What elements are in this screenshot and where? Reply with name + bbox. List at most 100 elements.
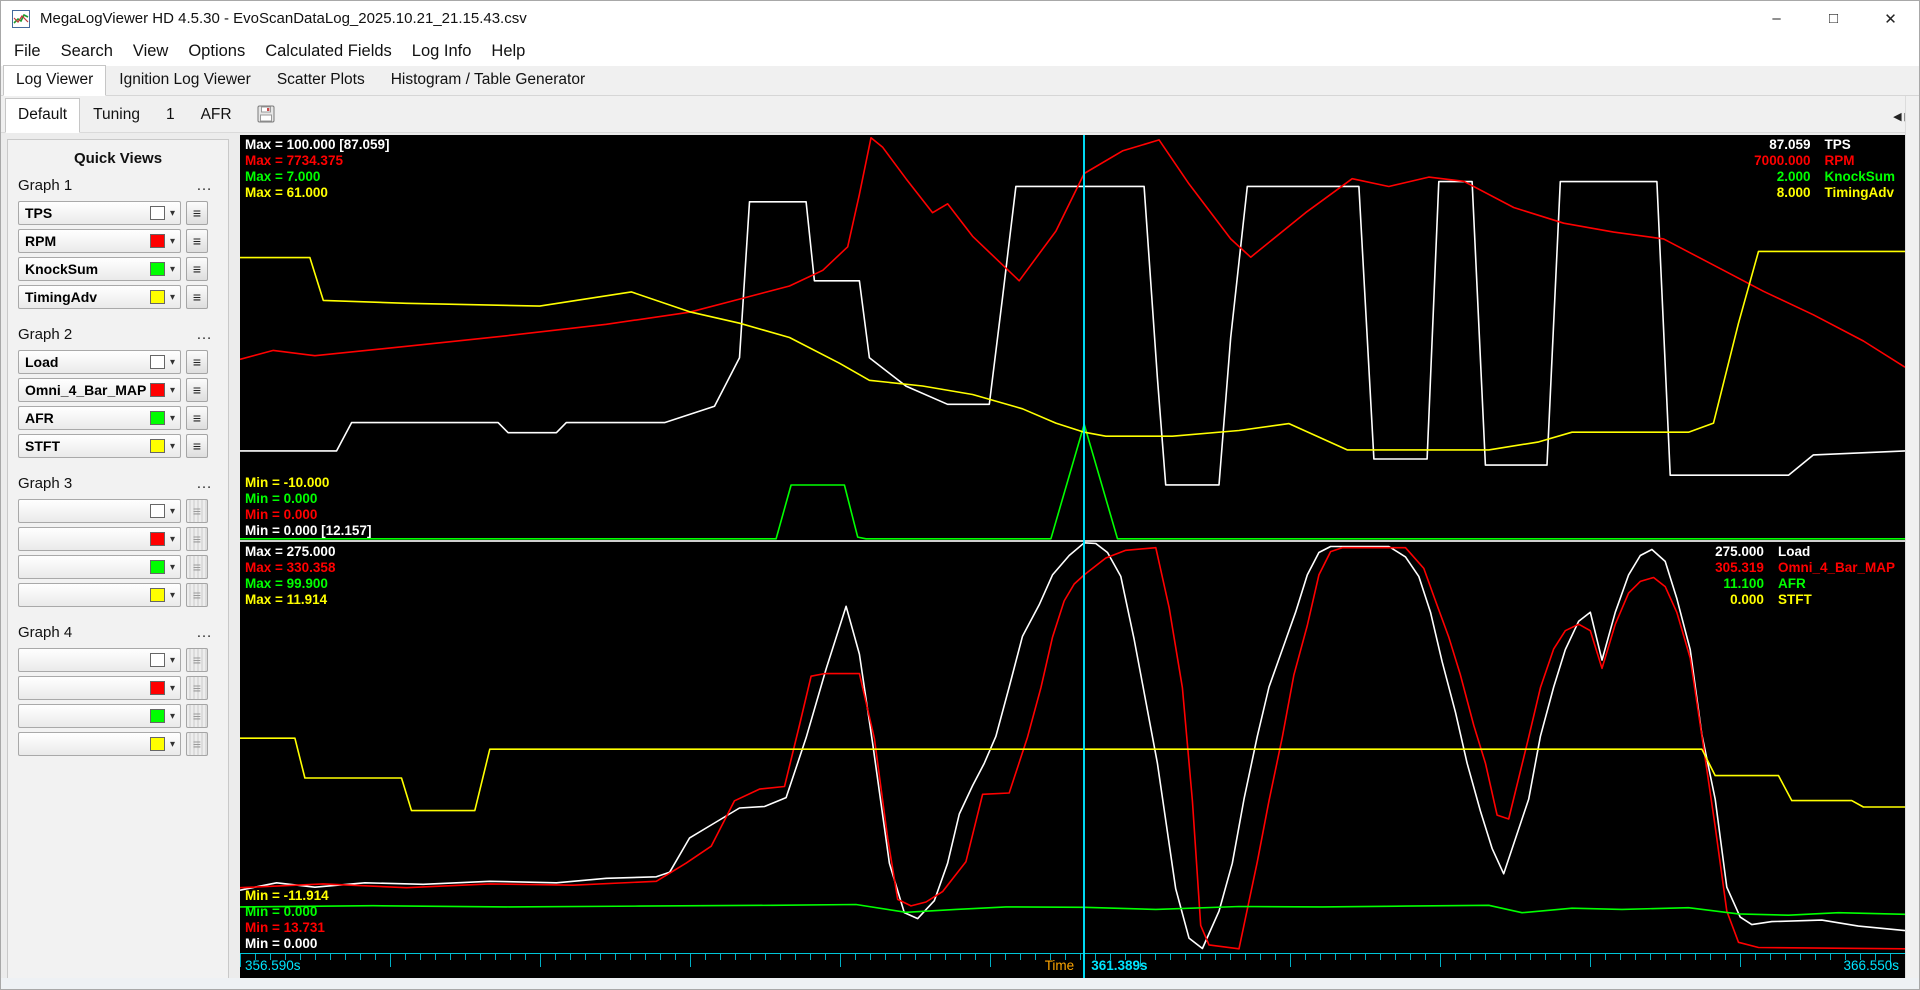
channel-color-swatch bbox=[149, 653, 165, 667]
timeline-tick bbox=[1515, 954, 1516, 960]
channel-select[interactable]: ▾ bbox=[18, 583, 181, 607]
timeline-tick bbox=[1185, 954, 1186, 960]
view-tab-afr[interactable]: AFR bbox=[188, 98, 245, 133]
graph2-pane[interactable]: Max = 275.000 Max = 330.358 Max = 99.900 Ma… bbox=[240, 542, 1905, 953]
group-label: Graph 3 bbox=[18, 475, 73, 492]
tab-histogram-table-generator[interactable]: Histogram / Table Generator bbox=[378, 65, 598, 96]
group-menu-button[interactable]: … bbox=[196, 475, 216, 491]
channel-select[interactable]: ▾ bbox=[18, 499, 181, 523]
timeline[interactable]: 356.590s Time 361.389s 366.550s bbox=[240, 953, 1905, 978]
vertical-scrollbar[interactable] bbox=[1905, 96, 1920, 978]
legend-name: Load bbox=[1777, 544, 1811, 559]
channel-menu-button[interactable]: ≡ bbox=[186, 229, 208, 253]
channel-menu-button[interactable]: ≡ bbox=[186, 201, 208, 225]
timeline-tick bbox=[1575, 954, 1576, 960]
channel-select[interactable]: ▾ bbox=[18, 555, 181, 579]
timeline-tick bbox=[1755, 954, 1756, 960]
menu-item-log-info[interactable]: Log Info bbox=[402, 42, 482, 61]
view-tab-1[interactable]: 1 bbox=[153, 98, 188, 133]
minimize-button[interactable]: – bbox=[1748, 0, 1805, 37]
menu-item-options[interactable]: Options bbox=[178, 42, 255, 61]
channel-menu-button[interactable]: ≡ bbox=[186, 257, 208, 281]
min-label: Min = 13.731 bbox=[245, 920, 325, 935]
channel-menu-button[interactable]: ≡ bbox=[186, 406, 208, 430]
channel-label: TPS bbox=[25, 205, 53, 221]
timeline-tick bbox=[375, 954, 376, 960]
timeline-tick bbox=[450, 954, 451, 960]
menu-item-calculated-fields[interactable]: Calculated Fields bbox=[255, 42, 402, 61]
timeline-tick bbox=[330, 954, 331, 960]
view-tab-tuning[interactable]: Tuning bbox=[80, 98, 153, 133]
trace-afr bbox=[240, 903, 1905, 917]
channel-select[interactable]: ▾ bbox=[18, 527, 181, 551]
channel-menu-button[interactable]: ≡ bbox=[186, 378, 208, 402]
channel-select-knocksum[interactable]: KnockSum ▾ bbox=[18, 257, 181, 281]
timeline-tick bbox=[1470, 954, 1471, 960]
graph1-pane[interactable]: Max = 100.000 [87.059] Max = 7734.375 Max … bbox=[240, 135, 1905, 540]
menu-item-search[interactable]: Search bbox=[51, 42, 123, 61]
channel-menu-button: ≡ bbox=[186, 676, 208, 700]
graph2-max-labels: Max = 275.000 Max = 330.358 Max = 99.900 Ma… bbox=[245, 544, 335, 608]
menu-item-file[interactable]: File bbox=[4, 42, 51, 61]
legend-name: TimingAdv bbox=[1824, 185, 1894, 200]
chevron-down-icon: ▾ bbox=[169, 738, 175, 750]
channel-label: RPM bbox=[25, 233, 57, 249]
quick-views-panel: Quick Views Graph 1… TPS ▾ ≡ RPM ▾ ≡ KnockSum ▾ ≡… bbox=[7, 139, 229, 985]
channel-select-omni-4-bar-map[interactable]: Omni_4_Bar_MAP ▾ bbox=[18, 378, 181, 402]
timeline-tick bbox=[1005, 954, 1006, 960]
channel-select[interactable]: ▾ bbox=[18, 676, 181, 700]
min-label: Min = 0.000 bbox=[245, 507, 318, 522]
channel-menu-button[interactable]: ≡ bbox=[186, 434, 208, 458]
channel-row: ▾ ≡ bbox=[18, 648, 220, 672]
channel-color-swatch bbox=[149, 206, 165, 220]
channel-select[interactable]: ▾ bbox=[18, 704, 181, 728]
channel-label: STFT bbox=[25, 438, 60, 454]
timeline-tick bbox=[1350, 954, 1351, 960]
channel-select-afr[interactable]: AFR ▾ bbox=[18, 406, 181, 430]
chevron-down-icon: ▾ bbox=[169, 291, 175, 303]
timeline-tick bbox=[1635, 954, 1636, 960]
chevron-down-icon: ▾ bbox=[169, 412, 175, 424]
channel-select-rpm[interactable]: RPM ▾ bbox=[18, 229, 181, 253]
chart-cursor-line[interactable] bbox=[1083, 135, 1086, 978]
legend-value: 11.100 bbox=[1723, 576, 1764, 591]
group-menu-button[interactable]: … bbox=[196, 177, 216, 193]
timeline-tick bbox=[1815, 954, 1816, 960]
channel-select-stft[interactable]: STFT ▾ bbox=[18, 434, 181, 458]
chart-area[interactable]: Max = 100.000 [87.059] Max = 7734.375 Max … bbox=[240, 135, 1905, 978]
channel-color-swatch bbox=[149, 383, 165, 397]
timeline-tick bbox=[1020, 954, 1021, 960]
graph1-legend: 87.059 TPS 7000.000 RPM 2.000 KnockSum 8.000 Ti… bbox=[1754, 137, 1895, 201]
view-tab-default[interactable]: Default bbox=[5, 98, 81, 133]
close-button[interactable]: ✕ bbox=[1862, 0, 1919, 37]
tab-log-viewer[interactable]: Log Viewer bbox=[3, 65, 107, 96]
group-menu-button[interactable]: … bbox=[196, 326, 216, 342]
channel-select-timingadv[interactable]: TimingAdv ▾ bbox=[18, 285, 181, 309]
tab-scroll-left-icon[interactable]: ◀ bbox=[1893, 111, 1904, 123]
save-view-button[interactable] bbox=[253, 101, 279, 127]
group-header: Graph 3 … bbox=[18, 472, 220, 495]
channel-select-load[interactable]: Load ▾ bbox=[18, 350, 181, 374]
chevron-down-icon: ▾ bbox=[169, 561, 175, 573]
chevron-down-icon: ▾ bbox=[169, 207, 175, 219]
tab-scatter-plots[interactable]: Scatter Plots bbox=[264, 65, 378, 96]
group-label: Graph 1 bbox=[18, 177, 73, 194]
channel-row: TimingAdv ▾ ≡ bbox=[18, 285, 220, 309]
app-icon bbox=[12, 9, 30, 28]
tab-ignition-log-viewer[interactable]: Ignition Log Viewer bbox=[106, 65, 264, 96]
timeline-tick bbox=[1770, 954, 1771, 960]
maximize-button[interactable]: □ bbox=[1805, 0, 1862, 37]
trace-rpm bbox=[240, 136, 1905, 368]
channel-menu-button[interactable]: ≡ bbox=[186, 285, 208, 309]
channel-select-tps[interactable]: TPS ▾ bbox=[18, 201, 181, 225]
min-label: Min = -11.914 bbox=[245, 888, 329, 903]
timeline-tick bbox=[1725, 954, 1726, 960]
channel-menu-button: ≡ bbox=[186, 704, 208, 728]
timeline-tick bbox=[1365, 954, 1366, 960]
channel-menu-button[interactable]: ≡ bbox=[186, 350, 208, 374]
group-menu-button[interactable]: … bbox=[196, 624, 216, 640]
menu-item-help[interactable]: Help bbox=[481, 42, 535, 61]
channel-select[interactable]: ▾ bbox=[18, 648, 181, 672]
channel-select[interactable]: ▾ bbox=[18, 732, 181, 756]
menu-item-view[interactable]: View bbox=[123, 42, 178, 61]
